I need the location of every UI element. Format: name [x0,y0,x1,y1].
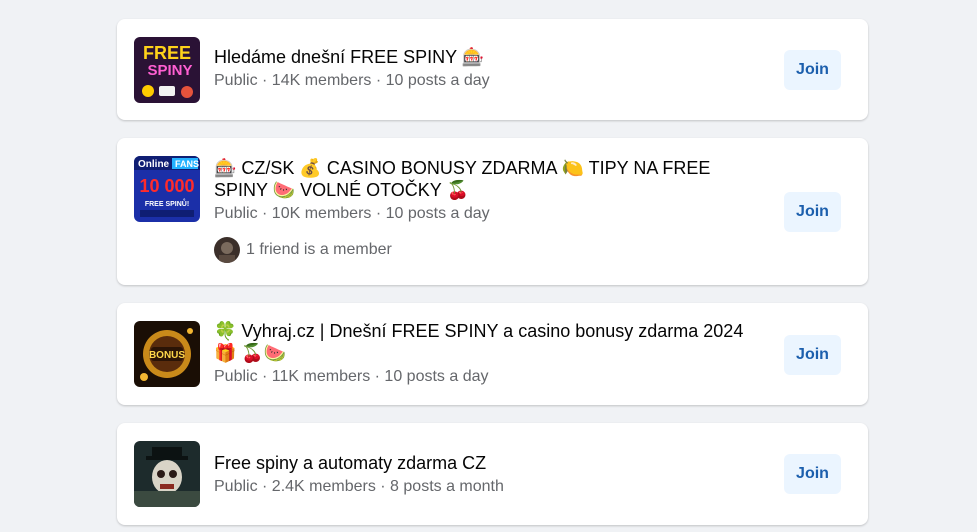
svg-text:SPINY: SPINY [147,62,192,79]
group-thumbnail-image: BONUS [134,321,200,387]
group-card: Free spiny a automaty zdarma CZ Public ·… [117,423,868,525]
svg-text:10 000: 10 000 [139,176,194,196]
svg-text:Online: Online [138,159,170,170]
group-meta: Public · 2.4K members · 8 posts a month [214,478,504,495]
group-card: Online FANS 10 000 FREE SPINŮ! 🎰 CZ/SK 💰… [117,138,868,285]
svg-text:FANS: FANS [175,159,199,169]
group-thumbnail-image [134,441,200,507]
group-thumbnail-image: Online FANS 10 000 FREE SPINŮ! [134,156,200,222]
group-thumbnail-image: FREE SPINY [134,37,200,103]
friend-avatar[interactable] [214,237,240,263]
friend-avatar-image [214,237,240,263]
group-card: BONUS 🍀 Vyhraj.cz | Dnešní FREE SPINY a … [117,303,868,405]
group-thumbnail[interactable] [134,441,200,507]
group-title[interactable]: 🎰 CZ/SK 💰 CASINO BONUSY ZDARMA 🍋 TIPY NA… [214,157,768,201]
group-card: FREE SPINY Hledáme dnešní FREE SPINY 🎰 P… [117,19,868,120]
group-thumbnail[interactable]: Online FANS 10 000 FREE SPINŮ! [134,156,200,222]
join-button[interactable]: Join [784,335,841,375]
svg-text:BONUS: BONUS [149,350,185,361]
group-title[interactable]: Hledáme dnešní FREE SPINY 🎰 [214,46,768,68]
group-thumbnail[interactable]: BONUS [134,321,200,387]
group-meta: Public · 11K members · 10 posts a day [214,368,489,385]
join-button[interactable]: Join [784,50,841,90]
group-meta: Public · 10K members · 10 posts a day [214,205,490,222]
group-meta: Public · 14K members · 10 posts a day [214,72,490,89]
friend-member-text: 1 friend is a member [246,241,392,258]
join-button[interactable]: Join [784,454,841,494]
svg-text:FREE: FREE [143,43,191,63]
friend-member-row: 1 friend is a member [214,237,768,263]
group-title[interactable]: Free spiny a automaty zdarma CZ [214,452,768,474]
join-button[interactable]: Join [784,192,841,232]
group-thumbnail[interactable]: FREE SPINY [134,37,200,103]
group-title[interactable]: 🍀 Vyhraj.cz | Dnešní FREE SPINY a casino… [214,320,768,364]
